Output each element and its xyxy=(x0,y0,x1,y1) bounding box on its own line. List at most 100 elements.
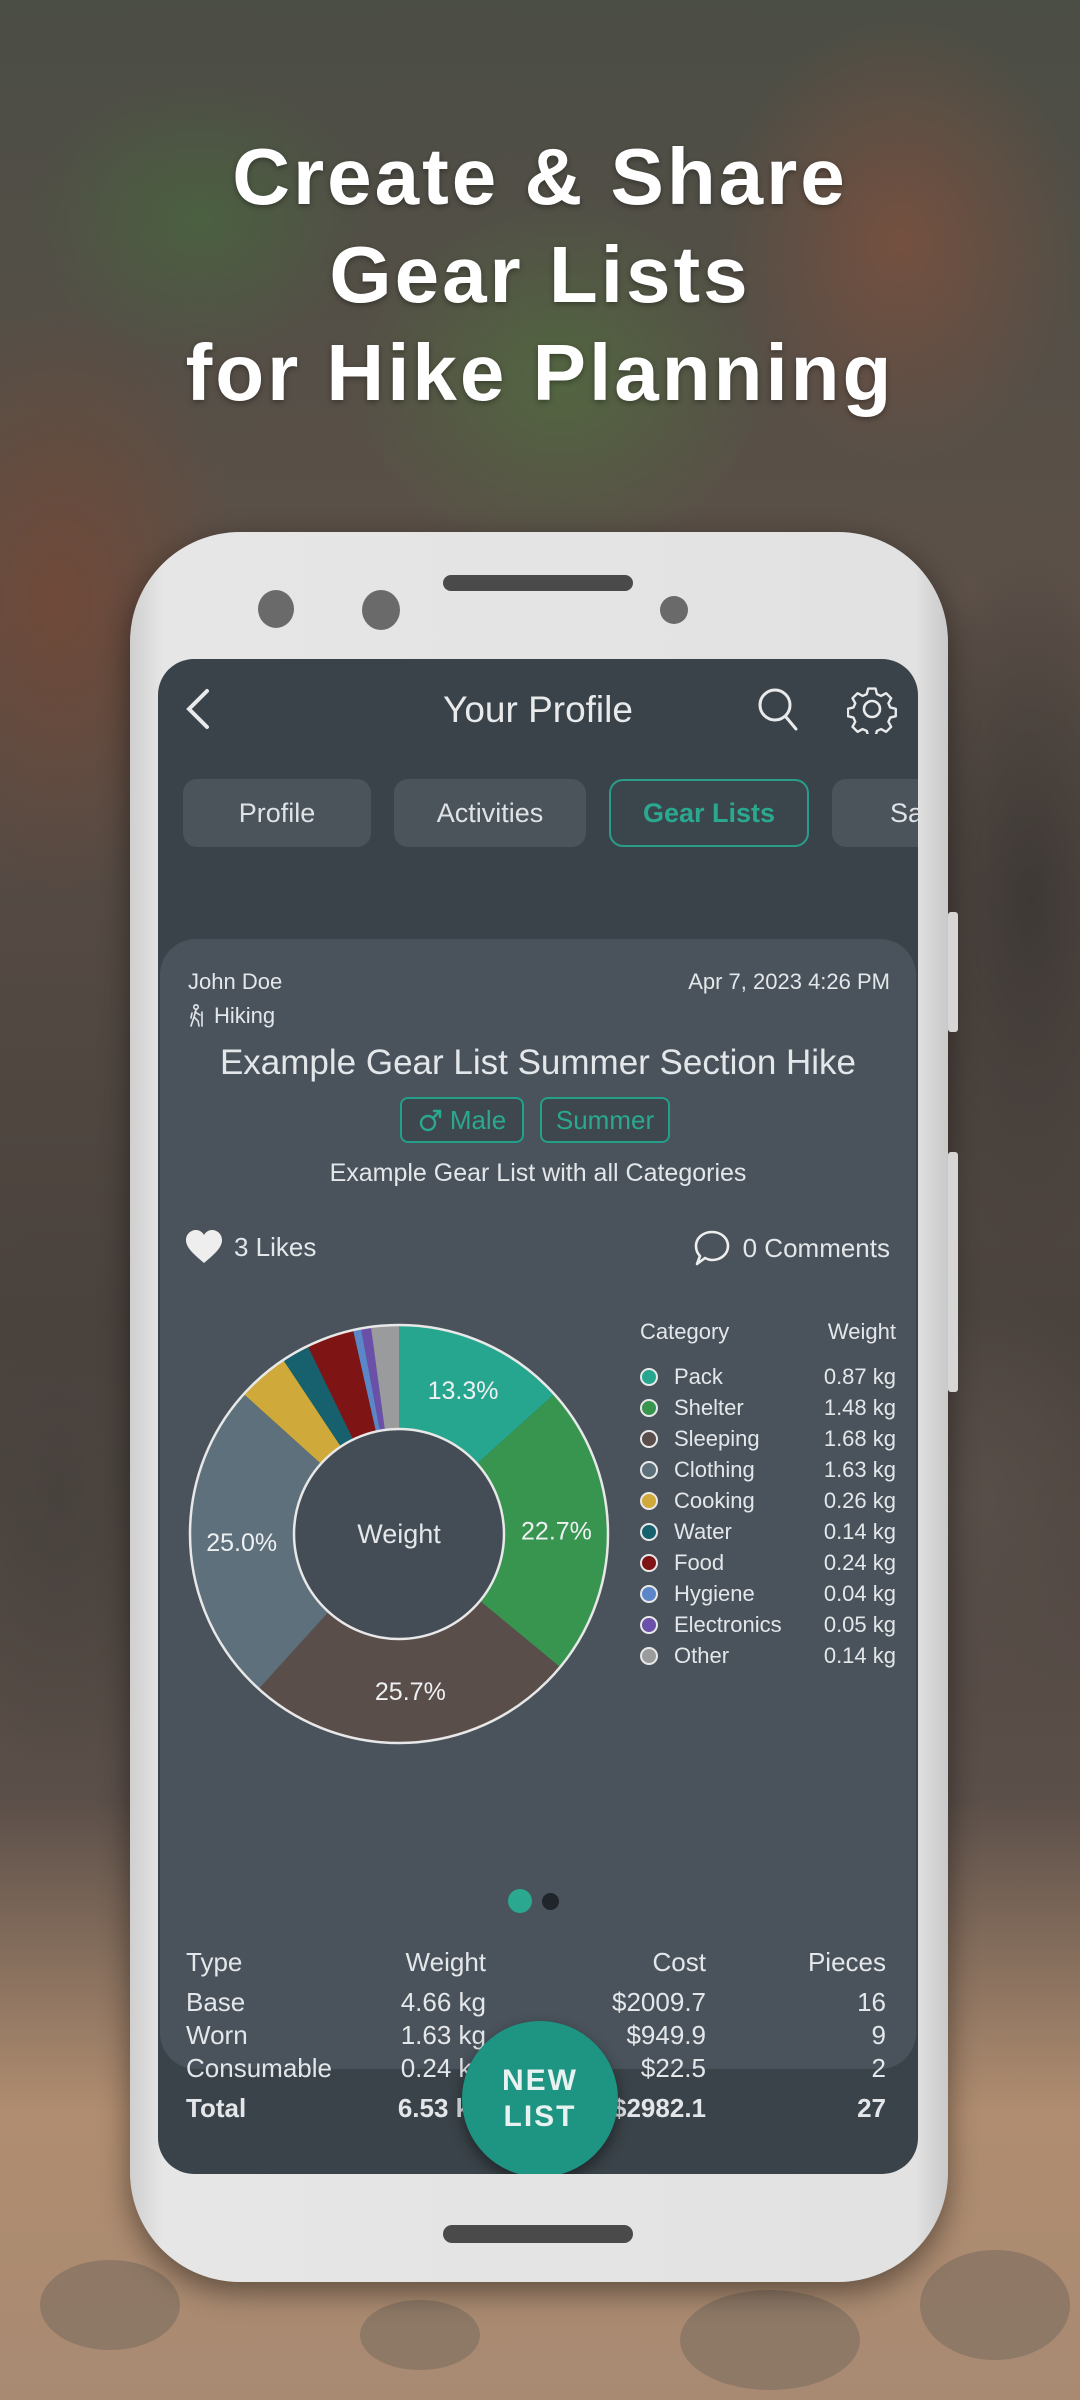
legend-weight: 0.04 kg xyxy=(823,1580,896,1606)
settings-button[interactable] xyxy=(842,679,902,739)
legend-color-dot xyxy=(640,1491,658,1510)
likes-button[interactable]: 3 Likes xyxy=(184,1229,316,1265)
legend-category: Cooking xyxy=(674,1487,755,1513)
row-pieces: 16 xyxy=(857,1987,886,2017)
weight-donut-chart[interactable]: 13.3% 22.7% 25.7% 25.0% Weight xyxy=(184,1319,614,1749)
legend-weight: 0.14 kg xyxy=(823,1518,896,1544)
summary-row: Base 4.66 kg $2009.7 16 xyxy=(186,1987,886,2021)
summary-header-row: Type Weight Cost Pieces xyxy=(186,1947,886,1981)
pager-dot-active[interactable] xyxy=(508,1889,532,1913)
total-cost: $2982.1 xyxy=(612,2093,706,2123)
legend-item[interactable]: Cooking 0.26 kg xyxy=(640,1485,896,1516)
total-pieces: 27 xyxy=(857,2093,886,2123)
legend-item[interactable]: Hygiene 0.04 kg xyxy=(640,1578,896,1609)
legend-color-dot xyxy=(640,1367,658,1386)
chart-center-title: Weight xyxy=(357,1519,441,1549)
legend-color-dot xyxy=(640,1429,658,1448)
legend-item[interactable]: Other 0.14 kg xyxy=(640,1640,896,1671)
new-list-button[interactable]: NEW LIST xyxy=(462,2021,618,2174)
legend-color-dot xyxy=(640,1615,658,1634)
legend-item[interactable]: Sleeping 1.68 kg xyxy=(640,1423,896,1454)
row-pieces: 9 xyxy=(871,2020,886,2050)
legend-category: Other xyxy=(674,1642,730,1668)
bottom-speaker xyxy=(443,2225,633,2243)
gear-list-description: Example Gear List with all Categories xyxy=(329,1159,747,1187)
legend-category: Electronics xyxy=(674,1611,782,1637)
gear-list-card[interactable]: John Doe Hiking Apr 7, 2023 4:26 PM Exam… xyxy=(160,939,916,2123)
rock xyxy=(680,2290,860,2390)
legend-category: Sleeping xyxy=(674,1425,760,1451)
tag-label: Summer xyxy=(555,1104,655,1135)
legend-color-dot xyxy=(640,1522,658,1541)
legend-item[interactable]: Food 0.24 kg xyxy=(640,1547,896,1578)
row-type: Consumable xyxy=(186,2053,332,2083)
legend-weight: 0.24 kg xyxy=(823,1549,896,1575)
front-camera xyxy=(258,590,294,628)
total-type: Total xyxy=(186,2093,247,2123)
header-pieces: Pieces xyxy=(807,1947,886,1977)
row-type: Worn xyxy=(186,2020,248,2050)
row-cost: $22.5 xyxy=(640,2053,706,2083)
legend-weight: 1.48 kg xyxy=(823,1394,896,1420)
phone-frame: Your Profile Profile Activities Gear Lis… xyxy=(130,532,958,2282)
proximity-sensor xyxy=(660,596,688,624)
legend-weight: 0.14 kg xyxy=(823,1642,896,1668)
legend-item[interactable]: Water 0.14 kg xyxy=(640,1516,896,1547)
list-date: Apr 7, 2023 4:26 PM xyxy=(688,969,890,994)
front-sensor xyxy=(362,590,400,630)
legend-header-weight: Weight xyxy=(827,1319,896,1344)
legend-weight: 0.26 kg xyxy=(823,1487,896,1513)
search-button[interactable] xyxy=(748,679,808,739)
tag-label: Male xyxy=(449,1104,507,1135)
header-weight: Weight xyxy=(405,1947,486,1977)
pager-dot[interactable] xyxy=(542,1893,559,1910)
male-icon xyxy=(419,1109,442,1132)
headline-line: for Hike Planning xyxy=(185,328,895,417)
legend-item[interactable]: Electronics 0.05 kg xyxy=(640,1609,896,1640)
activity-text: Hiking xyxy=(214,1003,276,1028)
tab-bar: Profile Activities Gear Lists Sa xyxy=(183,779,918,849)
legend-color-dot xyxy=(640,1584,658,1603)
slice-label: 22.7% xyxy=(521,1518,592,1546)
legend-category: Clothing xyxy=(674,1456,755,1482)
legend-weight: 1.68 kg xyxy=(823,1425,896,1451)
comments-button[interactable]: 0 Comments xyxy=(693,1229,890,1267)
author-name[interactable]: John Doe xyxy=(188,969,282,995)
chart-legend: Category Weight Pack 0.87 kg Shelter 1.48 k… xyxy=(640,1319,896,1679)
tab-profile[interactable]: Profile xyxy=(183,779,371,847)
comment-icon xyxy=(694,1230,729,1266)
legend-category: Shelter xyxy=(674,1394,744,1420)
legend-item[interactable]: Clothing 1.63 kg xyxy=(640,1454,896,1485)
tag-summer: Summer xyxy=(540,1097,670,1143)
comments-count: 0 Comments xyxy=(742,1232,890,1263)
slice-label: 25.0% xyxy=(206,1529,277,1557)
row-type: Base xyxy=(186,1987,246,2017)
legend-item[interactable]: Shelter 1.48 kg xyxy=(640,1392,896,1423)
headline-line: Create & Share xyxy=(232,132,848,221)
power-button xyxy=(948,1152,958,1392)
gear-icon xyxy=(847,687,897,734)
tab-activities[interactable]: Activities xyxy=(394,779,586,847)
heart-icon xyxy=(186,1230,222,1263)
promo-headline: Create & Share Gear Lists for Hike Plann… xyxy=(0,128,1080,422)
likes-count: 3 Likes xyxy=(234,1231,317,1262)
headline-line: Gear Lists xyxy=(329,230,751,319)
tab-saved[interactable]: Sa xyxy=(832,779,918,847)
legend-weight: 0.05 kg xyxy=(823,1611,896,1637)
fab-label-line1: NEW xyxy=(502,2064,578,2097)
row-cost: $949.9 xyxy=(626,2020,706,2050)
legend-color-dot xyxy=(640,1553,658,1572)
legend-weight: 1.63 kg xyxy=(823,1456,896,1482)
fab-label-line2: LIST xyxy=(503,2100,577,2133)
activity-label: Hiking xyxy=(188,1003,275,1029)
tag-male: Male xyxy=(400,1097,524,1143)
tab-gear-lists[interactable]: Gear Lists xyxy=(609,779,809,847)
legend-item[interactable]: Pack 0.87 kg xyxy=(640,1361,896,1392)
slice-label: 25.7% xyxy=(375,1678,446,1706)
legend-category: Hygiene xyxy=(674,1580,755,1606)
legend-category: Pack xyxy=(674,1363,723,1389)
legend-color-dot xyxy=(640,1398,658,1417)
legend-color-dot xyxy=(640,1460,658,1479)
rock xyxy=(360,2300,480,2370)
earpiece-speaker xyxy=(443,575,633,591)
